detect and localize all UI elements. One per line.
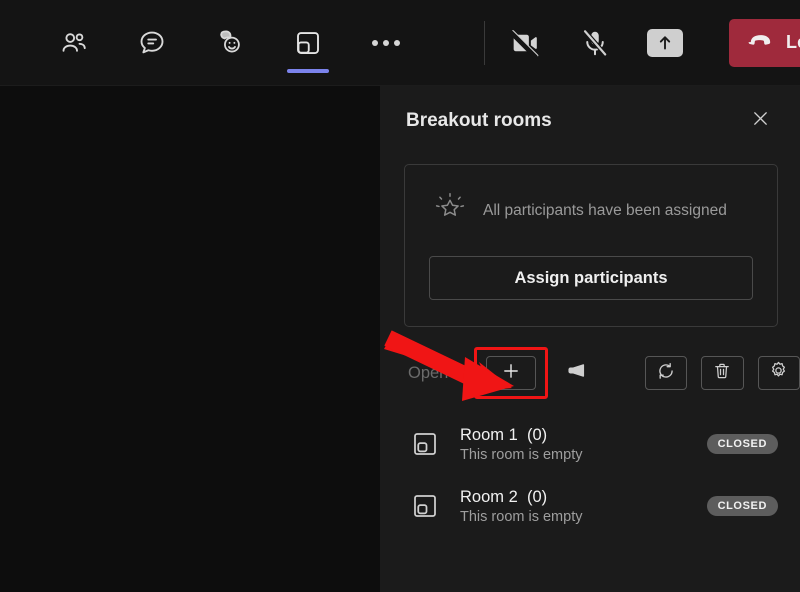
table-row[interactable]: Room 2 (0) This room is empty CLOSED (380, 475, 800, 537)
toolbar-left-group (0, 0, 503, 85)
close-icon (750, 108, 771, 134)
assign-status-text: All participants have been assigned (483, 201, 727, 219)
add-room-highlight (474, 347, 548, 399)
room-text-group: Room 2 (0) This room is empty (460, 488, 707, 525)
microphone-muted-icon (580, 28, 610, 58)
room-name-text: Room 1 (460, 425, 518, 444)
meeting-toolbar: Leave (0, 0, 800, 86)
panel-header: Breakout rooms (380, 86, 800, 156)
breakout-rooms-button[interactable] (286, 19, 330, 73)
reactions-icon (215, 27, 246, 58)
rooms-action-row: Open (380, 345, 800, 401)
toolbar-right-group: Leave (503, 0, 800, 85)
recreate-rooms-button[interactable] (644, 356, 688, 390)
room-icon (408, 427, 442, 461)
people-button[interactable] (52, 19, 96, 67)
room-icon (408, 489, 442, 523)
assign-participants-label: Assign participants (514, 268, 668, 287)
hangup-phone-icon (747, 27, 774, 59)
close-panel-button[interactable] (744, 105, 776, 137)
room-text-group: Room 1 (0) This room is empty (460, 426, 707, 463)
table-row[interactable]: Room 1 (0) This room is empty CLOSED (380, 413, 800, 475)
breakout-rooms-icon (293, 28, 323, 58)
active-tab-indicator (287, 68, 329, 73)
chat-button[interactable] (130, 19, 174, 67)
plus-icon (501, 361, 521, 386)
chat-icon (137, 28, 167, 58)
room-name: Room 1 (0) (460, 426, 707, 445)
assign-status-row: All participants have been assigned (429, 191, 753, 230)
leave-button[interactable]: Leave (729, 19, 800, 67)
microphone-toggle-button[interactable] (573, 19, 617, 67)
assign-participants-button[interactable]: Assign participants (429, 256, 753, 300)
rooms-list: Room 1 (0) This room is empty CLOSED Roo… (380, 413, 800, 537)
reactions-button[interactable] (208, 19, 252, 67)
room-name: Room 2 (0) (460, 488, 707, 507)
status-badge: CLOSED (706, 434, 778, 454)
meeting-stage (0, 86, 380, 592)
announcement-button[interactable] (562, 356, 591, 390)
sparkle-star-icon (433, 191, 467, 230)
teams-meeting-window: Leave Breakout rooms (0, 0, 800, 592)
megaphone-icon (565, 359, 588, 387)
gear-icon (768, 360, 789, 386)
breakout-rooms-panel: Breakout rooms All participants have bee… (380, 86, 800, 592)
room-participant-count: (0) (526, 425, 548, 444)
leave-button-group[interactable]: Leave (729, 18, 800, 67)
delete-rooms-button[interactable] (701, 356, 744, 390)
toolbar-divider (484, 20, 485, 65)
more-options-icon (372, 39, 400, 46)
room-participant-count: (0) (526, 487, 548, 506)
room-subtitle: This room is empty (460, 446, 583, 463)
trash-icon (712, 361, 732, 386)
people-icon (59, 28, 89, 58)
meeting-body: Breakout rooms All participants have bee… (0, 86, 800, 592)
rooms-settings-button[interactable] (757, 356, 800, 390)
page-title: Breakout rooms (406, 110, 552, 131)
room-subtitle: This room is empty (460, 508, 583, 525)
leave-label: Leave (786, 32, 800, 52)
refresh-icon (656, 361, 676, 386)
open-rooms-button[interactable]: Open (408, 364, 460, 383)
status-badge: CLOSED (706, 496, 778, 516)
more-options-button[interactable] (364, 19, 408, 67)
share-screen-button[interactable] (643, 19, 687, 67)
assign-participants-card: All participants have been assigned Assi… (404, 164, 778, 327)
add-room-button[interactable] (486, 356, 536, 390)
share-screen-icon (647, 28, 683, 57)
room-name-text: Room 2 (460, 487, 518, 506)
camera-toggle-button[interactable] (503, 19, 547, 67)
camera-off-icon (509, 27, 541, 59)
